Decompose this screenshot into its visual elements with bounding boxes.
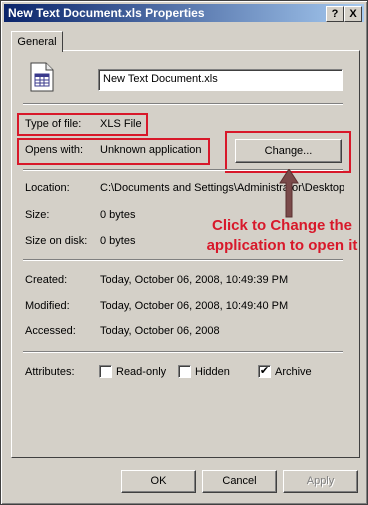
accessed-label: Accessed:: [25, 325, 76, 337]
attributes-label: Attributes:: [25, 366, 75, 378]
readonly-label[interactable]: Read-only: [116, 366, 166, 378]
location-label: Location:: [25, 182, 70, 194]
tab-general[interactable]: General: [11, 31, 63, 52]
archive-label[interactable]: Archive: [275, 366, 312, 378]
properties-dialog: New Text Document.xls Properties ? X Gen…: [0, 0, 368, 505]
divider: [23, 351, 343, 353]
apply-button[interactable]: Apply: [283, 470, 358, 493]
window-title: New Text Document.xls Properties: [8, 6, 205, 20]
readonly-checkbox[interactable]: [99, 365, 112, 378]
divider: [23, 103, 343, 105]
divider: [23, 259, 343, 261]
hidden-checkbox[interactable]: [178, 365, 191, 378]
created-label: Created:: [25, 274, 68, 286]
size-on-disk-label: Size on disk:: [25, 235, 88, 247]
cancel-button[interactable]: Cancel: [202, 470, 277, 493]
modified-value: Today, October 06, 2008, 10:49:40 PM: [100, 300, 289, 312]
location-value: C:\Documents and Settings\Administrator\…: [100, 182, 344, 194]
annotation-line-2: application to open it: [206, 237, 358, 254]
change-button[interactable]: Change...: [235, 139, 342, 163]
annotation-line-1: Click to Change the: [211, 217, 353, 234]
created-value: Today, October 06, 2008, 10:49:39 PM: [100, 274, 289, 286]
hidden-label[interactable]: Hidden: [195, 366, 230, 378]
ok-button[interactable]: OK: [121, 470, 196, 493]
help-button[interactable]: ?: [326, 6, 344, 22]
modified-label: Modified:: [25, 300, 70, 312]
opens-with-value: Unknown application: [100, 144, 202, 156]
accessed-value: Today, October 06, 2008: [100, 325, 220, 337]
file-name-input[interactable]: New Text Document.xls: [98, 69, 343, 91]
title-bar[interactable]: New Text Document.xls Properties ? X: [4, 4, 364, 22]
archive-checkbox[interactable]: ✔: [258, 365, 271, 378]
annotation-arrow: [279, 168, 299, 219]
type-of-file-label: Type of file:: [25, 118, 82, 130]
annotation-text: Click to Change the application to open …: [197, 216, 367, 256]
xls-file-icon: [30, 62, 54, 92]
opens-with-label: Opens with:: [25, 144, 84, 156]
type-of-file-value: XLS File: [100, 118, 142, 130]
close-button[interactable]: X: [344, 6, 362, 22]
size-label: Size:: [25, 209, 50, 221]
file-name-value: New Text Document.xls: [103, 73, 218, 85]
size-value: 0 bytes: [100, 209, 136, 221]
size-on-disk-value: 0 bytes: [100, 235, 136, 247]
